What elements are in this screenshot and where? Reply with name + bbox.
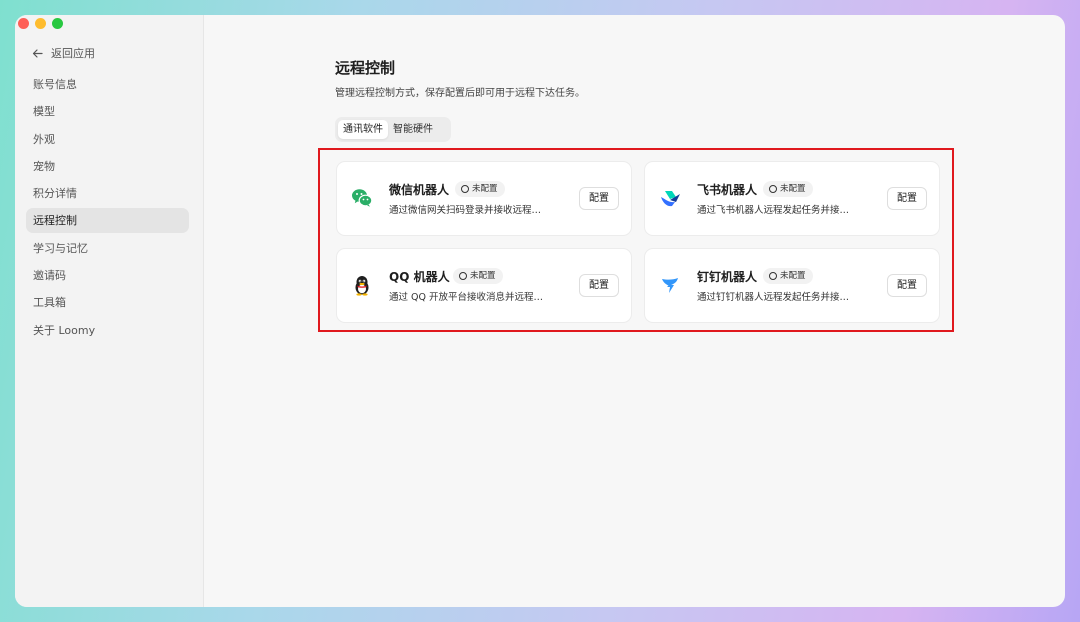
- tab-messaging-apps[interactable]: 通讯软件: [338, 120, 388, 139]
- qq-icon: [355, 276, 369, 296]
- circle-icon: [461, 185, 469, 193]
- status-label: 未配置: [780, 271, 806, 281]
- wechat-icon: [352, 189, 373, 207]
- dingtalk-icon: [662, 278, 678, 293]
- sidebar-nav: 账号信息 模型 外观 宠物 积分详情 远程控制 学习与记忆 邀请码 工具箱 关于…: [26, 72, 189, 345]
- feishu-icon: [661, 191, 680, 207]
- configure-button[interactable]: 配置: [579, 274, 619, 297]
- back-to-app-button[interactable]: 返回应用: [32, 45, 95, 61]
- main-content: 远程控制 管理远程控制方式，保存配置后即可用于远程下达任务。 通讯软件 智能硬件: [205, 15, 1065, 607]
- back-label: 返回应用: [51, 47, 95, 60]
- app-window: 返回应用 账号信息 模型 外观 宠物 积分详情 远程控制 学习与记忆 邀请码 工…: [15, 15, 1065, 607]
- sidebar: 返回应用 账号信息 模型 外观 宠物 积分详情 远程控制 学习与记忆 邀请码 工…: [15, 15, 204, 607]
- wechat-bot-card: 微信机器人 未配置 通过微信网关扫码登录并接收远程… 配置: [337, 162, 631, 235]
- close-window-button[interactable]: [18, 18, 29, 29]
- status-label: 未配置: [472, 184, 498, 194]
- sidebar-item-toolbox[interactable]: 工具箱: [26, 290, 189, 315]
- configure-button[interactable]: 配置: [887, 274, 927, 297]
- card-description: 通过飞书机器人远程发起任务并接…: [697, 205, 850, 216]
- page-subtitle: 管理远程控制方式，保存配置后即可用于远程下达任务。: [335, 88, 585, 99]
- tab-smart-hardware[interactable]: 智能硬件: [388, 120, 438, 139]
- card-title: 微信机器人: [389, 183, 450, 197]
- card-title: 钉钉机器人: [697, 270, 758, 284]
- sidebar-item-invite-code[interactable]: 邀请码: [26, 263, 189, 288]
- card-description: 通过微信网关扫码登录并接收远程…: [389, 205, 542, 216]
- sidebar-item-remote-control[interactable]: 远程控制: [26, 208, 189, 234]
- configure-button[interactable]: 配置: [887, 187, 927, 210]
- configure-button[interactable]: 配置: [579, 187, 619, 210]
- card-description: 通过 QQ 开放平台接收消息并远程…: [389, 292, 543, 303]
- status-badge: 未配置: [453, 268, 503, 284]
- circle-icon: [769, 185, 777, 193]
- status-label: 未配置: [780, 184, 806, 194]
- circle-icon: [769, 272, 777, 280]
- sidebar-item-learning-memory[interactable]: 学习与记忆: [26, 236, 189, 261]
- tab-bar: 通讯软件 智能硬件: [335, 117, 451, 142]
- card-description: 通过钉钉机器人远程发起任务并接…: [697, 292, 850, 303]
- circle-icon: [459, 272, 467, 280]
- status-label: 未配置: [470, 271, 496, 281]
- arrow-left-icon: [32, 48, 43, 58]
- sidebar-item-pet[interactable]: 宠物: [26, 154, 189, 179]
- maximize-window-button[interactable]: [52, 18, 63, 29]
- sidebar-item-appearance[interactable]: 外观: [26, 127, 189, 152]
- minimize-window-button[interactable]: [35, 18, 46, 29]
- card-title: QQ 机器人: [389, 270, 450, 284]
- sidebar-item-account[interactable]: 账号信息: [26, 72, 189, 97]
- status-badge: 未配置: [455, 181, 505, 197]
- dingtalk-bot-card: 钉钉机器人 未配置 通过钉钉机器人远程发起任务并接… 配置: [645, 249, 939, 322]
- card-title: 飞书机器人: [697, 183, 758, 197]
- status-badge: 未配置: [763, 181, 813, 197]
- highlight-box: 微信机器人 未配置 通过微信网关扫码登录并接收远程… 配置 飞书机器人 未配置 …: [318, 148, 954, 332]
- sidebar-item-points[interactable]: 积分详情: [26, 181, 189, 206]
- sidebar-item-model[interactable]: 模型: [26, 99, 189, 124]
- feishu-bot-card: 飞书机器人 未配置 通过飞书机器人远程发起任务并接… 配置: [645, 162, 939, 235]
- window-controls: [18, 18, 63, 29]
- status-badge: 未配置: [763, 268, 813, 284]
- qq-bot-card: QQ 机器人 未配置 通过 QQ 开放平台接收消息并远程… 配置: [337, 249, 631, 322]
- sidebar-item-about[interactable]: 关于 Loomy: [26, 318, 189, 343]
- page-title: 远程控制: [335, 59, 396, 77]
